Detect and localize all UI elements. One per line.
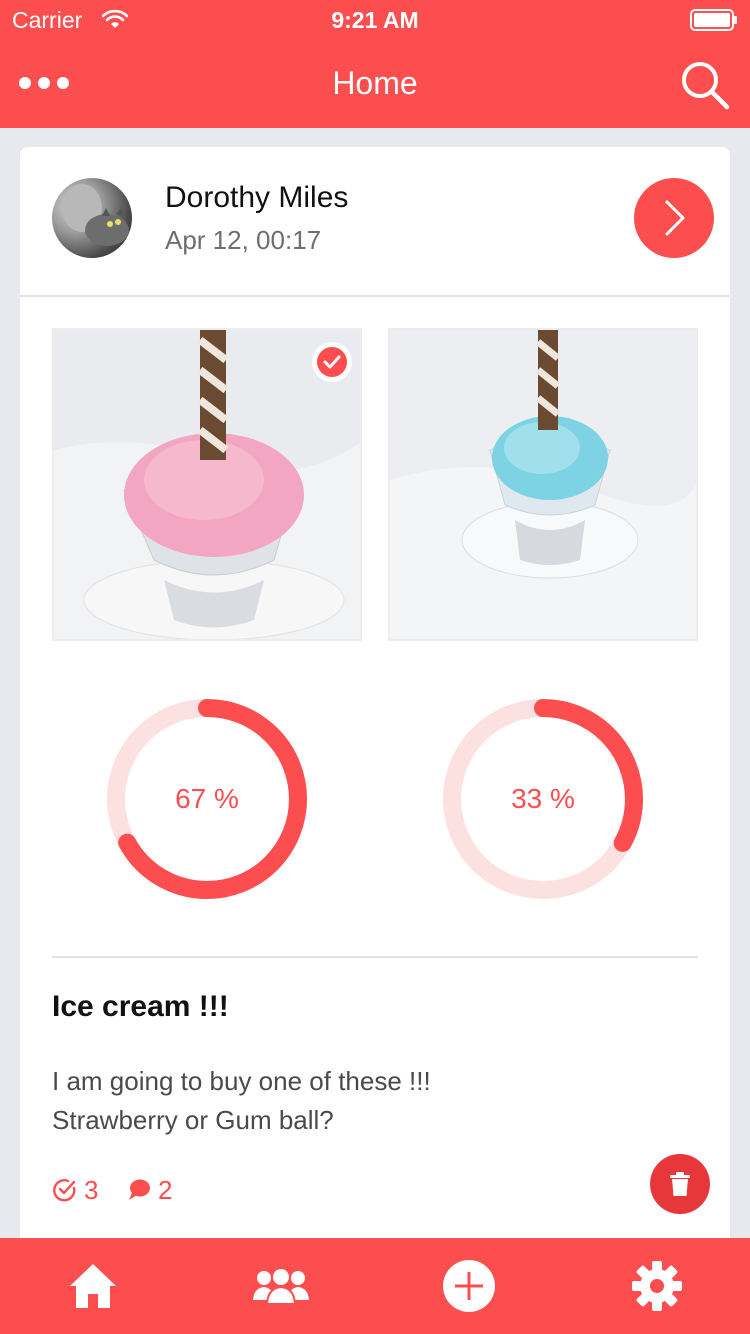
tab-home[interactable] <box>63 1258 123 1314</box>
comments-value: 2 <box>158 1174 173 1205</box>
post-card: Dorothy Miles Apr 12, 00:17 67 % 33 % Ic… <box>20 147 730 1247</box>
battery-icon <box>690 9 737 31</box>
check-icon <box>323 355 341 369</box>
post-body-line: Strawberry or Gum ball? <box>52 1105 334 1135</box>
search-icon[interactable] <box>680 60 730 110</box>
open-post-button[interactable] <box>634 178 714 258</box>
tab-friends[interactable] <box>251 1258 311 1314</box>
tab-add[interactable] <box>439 1258 499 1314</box>
add-icon <box>443 1260 495 1312</box>
option-photo-gumball[interactable] <box>388 328 698 641</box>
settings-icon <box>632 1261 682 1311</box>
selected-badge <box>312 342 352 382</box>
comments-count[interactable]: 2 <box>126 1174 172 1206</box>
divider <box>52 956 698 958</box>
top-bar: Carrier 9:21 AM Home <box>0 0 750 128</box>
comment-bubble-icon <box>129 1179 150 1200</box>
home-icon <box>70 1264 116 1308</box>
avatar[interactable] <box>52 178 132 258</box>
votes-value: 3 <box>84 1174 99 1205</box>
votes-count[interactable]: 3 <box>52 1174 98 1206</box>
status-bar: Carrier 9:21 AM <box>0 0 750 40</box>
chevron-right-icon <box>665 200 685 236</box>
delete-post-button[interactable] <box>650 1154 710 1214</box>
friends-icon <box>253 1267 309 1305</box>
nav-bar: Home <box>0 40 750 128</box>
author-name[interactable]: Dorothy Miles <box>165 181 348 215</box>
tab-settings[interactable] <box>627 1258 687 1314</box>
post-date: Apr 12, 00:17 <box>165 225 322 255</box>
status-time: 9:21 AM <box>331 7 419 33</box>
option-photo-strawberry[interactable] <box>52 328 362 641</box>
page-title: Home <box>332 65 418 101</box>
result-ring-strawberry: 67 % <box>107 699 307 899</box>
result-ring-gumball: 33 % <box>443 699 643 899</box>
post-title: Ice cream !!! <box>52 990 229 1023</box>
post-body: I am going to buy one of these !!! Straw… <box>52 1062 431 1140</box>
post-body-line: I am going to buy one of these !!! <box>52 1066 431 1096</box>
result-percent-gumball: 33 % <box>511 783 575 814</box>
vote-check-icon <box>53 1179 76 1202</box>
tab-bar <box>0 1238 750 1334</box>
post-header: Dorothy Miles Apr 12, 00:17 <box>20 147 730 297</box>
trash-icon <box>670 1172 690 1196</box>
result-percent-strawberry: 67 % <box>175 783 239 814</box>
